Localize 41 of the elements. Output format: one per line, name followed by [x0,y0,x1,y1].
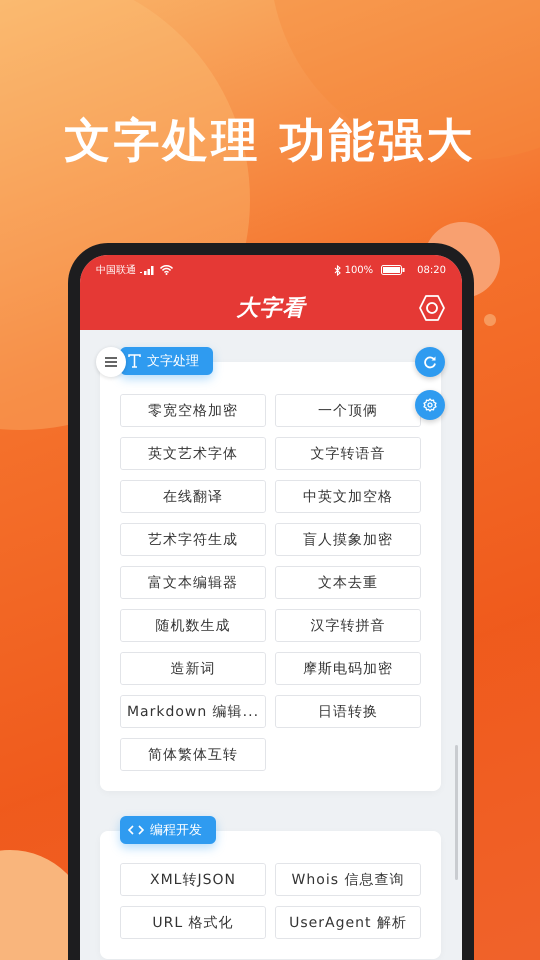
text-icon [128,354,141,368]
settings-icon[interactable] [418,294,446,322]
tool-button[interactable]: URL 格式化 [120,906,266,939]
code-icon [128,824,144,836]
tool-button[interactable]: UserAgent 解析 [275,906,421,939]
clock-time: 08:20 [417,264,446,276]
tool-button[interactable]: 简体繁体互转 [120,738,266,771]
tool-button[interactable]: Whois 信息查询 [275,863,421,896]
tool-button[interactable]: 零宽空格加密 [120,394,266,427]
carrier-name: 中国联通 [96,264,136,277]
tool-button[interactable]: Markdown 编辑... [120,695,266,728]
menu-button[interactable] [96,347,126,377]
refresh-button[interactable] [415,347,445,377]
app-title: 大字看 [236,294,306,322]
tool-button[interactable]: 文本去重 [275,566,421,599]
tool-button[interactable]: 摩斯电码加密 [275,652,421,685]
menu-icon [105,357,117,367]
tool-button[interactable]: XML转JSON [120,863,266,896]
tool-button[interactable]: 日语转换 [275,695,421,728]
tool-button[interactable]: 富文本编辑器 [120,566,266,599]
tool-button[interactable]: 英文艺术字体 [120,437,266,470]
tool-button[interactable]: 中英文加空格 [275,480,421,513]
refresh-icon [423,355,437,369]
headline: 文字处理 功能强大 [64,112,476,169]
tool-button[interactable]: 汉字转拼音 [275,609,421,642]
tool-button[interactable]: 文字转语音 [275,437,421,470]
tool-button[interactable]: 随机数生成 [120,609,266,642]
bluetooth-icon [334,264,341,276]
signal-icon [140,266,156,274]
tool-button[interactable]: 艺术字符生成 [120,523,266,556]
tool-button[interactable]: 造新词 [120,652,266,685]
tool-button[interactable]: 盲人摸象加密 [275,523,421,556]
section-title: 文字处理 [147,353,199,370]
wifi-icon [160,265,173,275]
settings-icon [423,398,437,412]
tool-button[interactable]: 一个顶俩 [275,394,421,427]
battery-icon [381,265,406,275]
section-title: 编程开发 [150,822,202,839]
battery-percent: 100% [344,264,374,276]
dot-drawing [484,314,496,326]
tool-button[interactable]: 在线翻译 [120,480,266,513]
